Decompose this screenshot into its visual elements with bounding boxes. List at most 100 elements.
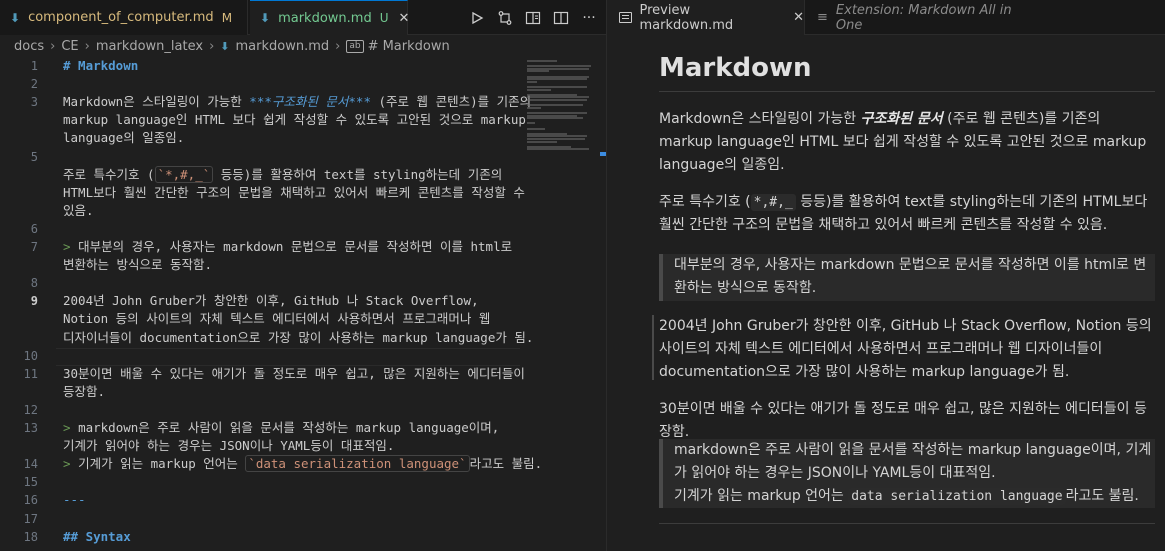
breadcrumb-item[interactable]: docs bbox=[14, 39, 44, 54]
editor-actions: ··· bbox=[468, 0, 598, 35]
minimap-line bbox=[527, 99, 587, 101]
run-icon[interactable] bbox=[468, 9, 486, 27]
blockquote-text: 대부분의 경우, 사용자는 markdown 문법으로 문서를 작성하면 이를 … bbox=[674, 257, 1147, 296]
code-line[interactable]: 8 bbox=[0, 274, 520, 292]
close-icon[interactable]: ✕ bbox=[793, 10, 804, 25]
code-editor[interactable]: 1 # Markdown 2 3 Markdown은 스타일링이 가능한 ***구조화된… bbox=[0, 57, 543, 551]
code-token: > bbox=[63, 239, 79, 254]
split-editor-icon[interactable] bbox=[552, 9, 570, 27]
minimap-line bbox=[527, 148, 589, 151]
source-control-diff-icon[interactable] bbox=[496, 9, 514, 27]
code-text: > 기계가 읽는 markup 언어는 `data serialization … bbox=[63, 455, 542, 473]
minimap-line bbox=[527, 117, 583, 120]
line-number: 18 bbox=[23, 529, 38, 544]
line-number: 3 bbox=[30, 95, 38, 110]
code-line[interactable]: 변환하는 방식으로 동작함. bbox=[0, 256, 520, 274]
editor-pane: ⬇ component_of_computer.md M ⬇ markdown.… bbox=[0, 0, 606, 551]
code-token: Markdown은 스타일링이 가능한 bbox=[63, 94, 250, 110]
preview-paragraph: 2004년 John Gruber가 창안한 이후, GitHub 나 Stac… bbox=[659, 315, 1155, 384]
code-token: 2004년 John Gruber가 창안한 이후, GitHub 나 Stac… bbox=[63, 293, 479, 309]
code-line[interactable]: 17 bbox=[0, 510, 520, 528]
code-token: 기계가 읽는 markup 언어는 bbox=[78, 456, 246, 472]
code-line[interactable]: 2 bbox=[0, 75, 520, 93]
minimap-line bbox=[527, 80, 537, 83]
inline-code: data serialization language bbox=[848, 488, 1066, 505]
code-text: # Markdown bbox=[63, 57, 138, 75]
more-actions-icon[interactable]: ··· bbox=[580, 9, 598, 27]
tab-markdown[interactable]: ⬇ markdown.md U ✕ bbox=[250, 0, 410, 35]
markdown-file-icon: ⬇ bbox=[260, 11, 271, 25]
close-icon[interactable]: ✕ bbox=[399, 11, 410, 26]
code-token: (주로 웹 콘텐츠)를 기존의 bbox=[370, 94, 532, 110]
blockquote-text: 라고도 불림. bbox=[1065, 488, 1139, 504]
code-text: 2004년 John Gruber가 창안한 이후, GitHub 나 Stac… bbox=[63, 292, 479, 310]
modified-badge: M bbox=[221, 10, 233, 25]
code-line[interactable]: 10 bbox=[0, 347, 520, 365]
code-line[interactable]: 등장함. bbox=[0, 383, 520, 401]
code-line[interactable]: 15 bbox=[0, 473, 520, 491]
tab-extension-markdown-all-in-one[interactable]: ≡ Extension: Markdown All in One bbox=[805, 0, 1035, 35]
text: 30분이면 배울 수 있다는 애기가 돌 정도로 매우 쉽고, 많은 지원하는 … bbox=[659, 401, 1147, 440]
tab-preview-markdown[interactable]: Preview markdown.md ✕ bbox=[607, 0, 805, 35]
code-line[interactable]: 16 --- bbox=[0, 491, 520, 509]
line-number: 7 bbox=[30, 240, 38, 254]
chevron-right-icon: › bbox=[50, 38, 56, 54]
code-line[interactable]: 13 > markdown은 주로 사람이 읽을 문서를 작성하는 markup … bbox=[0, 419, 520, 437]
code-token: 등등)를 활용하여 text를 styling하는데 기존의 bbox=[213, 166, 503, 182]
code-token: ***구조화된 문서*** bbox=[249, 94, 371, 110]
code-line[interactable]: 11 30분이면 배울 수 있다는 애기가 돌 정도로 매우 쉽고, 많은 지원하… bbox=[0, 365, 525, 383]
line-number: 14 bbox=[23, 457, 38, 472]
code-text: Markdown은 스타일링이 가능한 ***구조화된 문서*** (주로 웹 … bbox=[63, 93, 531, 111]
minimap-line bbox=[527, 60, 557, 62]
code-line[interactable]: 5 bbox=[0, 148, 520, 166]
code-line[interactable]: markup language인 HTML 보다 쉽게 작성할 수 있도록 고안… bbox=[0, 111, 526, 129]
code-token: markdown은 주로 사람이 읽을 문서를 작성하는 markup lang… bbox=[78, 420, 500, 435]
breadcrumb-item[interactable]: markdown.md bbox=[235, 39, 329, 54]
code-text: 변환하는 방식으로 동작함. bbox=[63, 256, 212, 274]
minimap-line bbox=[527, 70, 549, 73]
line-number: 16 bbox=[23, 493, 38, 508]
minimap-line bbox=[527, 106, 541, 109]
line-number: 15 bbox=[23, 475, 38, 490]
code-line[interactable]: 6 bbox=[0, 220, 520, 238]
breadcrumb-item[interactable]: CE bbox=[61, 39, 78, 54]
blockquote-text: markdown은 주로 사람이 읽을 문서를 작성하는 markup lang… bbox=[674, 442, 1152, 481]
preview-tab-bar: Preview markdown.md ✕ ≡ Extension: Markd… bbox=[607, 0, 1165, 35]
code-line[interactable]: language의 일종임. bbox=[0, 129, 520, 147]
chevron-right-icon: › bbox=[335, 38, 341, 54]
minimap-line bbox=[527, 127, 545, 130]
code-line[interactable]: 있음. bbox=[0, 202, 520, 220]
minimap[interactable] bbox=[527, 60, 595, 151]
code-line[interactable]: 디자이너들이 documentation으로 가장 많이 사용하는 markup… bbox=[0, 329, 533, 347]
breadcrumb-item[interactable]: # Markdown bbox=[368, 39, 450, 54]
code-line[interactable]: 3 Markdown은 스타일링이 가능한 ***구조화된 문서*** (주로 웹… bbox=[0, 93, 531, 111]
code-line[interactable]: 12 bbox=[0, 401, 520, 419]
code-line[interactable]: Notion 등의 사이트의 자체 텍스트 에디터에서 사용하면서 프로그래머나… bbox=[0, 310, 520, 328]
code-line[interactable]: 주로 특수기호 (`*,#,_` 등등)를 활용하여 text를 styling… bbox=[0, 165, 520, 184]
markdown-file-icon: ⬇ bbox=[10, 10, 21, 25]
open-preview-side-icon[interactable] bbox=[524, 9, 542, 27]
minimap-line bbox=[527, 122, 535, 125]
code-line[interactable]: 14 > 기계가 읽는 markup 언어는 `data serializatio… bbox=[0, 455, 542, 473]
code-line[interactable]: 9 2004년 John Gruber가 창안한 이후, GitHub 나 Sta… bbox=[0, 292, 520, 310]
symbol-string-icon: ab bbox=[346, 39, 364, 53]
code-token: 대부분의 경우, 사용자는 markdown 문법으로 문서를 작성하면 이를 … bbox=[78, 239, 513, 254]
code-text: --- bbox=[63, 491, 86, 509]
code-line[interactable]: 18 ## Syntax bbox=[0, 528, 520, 546]
chevron-right-icon: › bbox=[84, 38, 90, 54]
breadcrumb-item[interactable]: markdown_latex bbox=[96, 39, 203, 54]
code-line[interactable]: 기계가 읽어야 하는 경우는 JSON이나 YAML등이 대표적임. bbox=[0, 437, 520, 455]
code-text: 등장함. bbox=[63, 383, 105, 401]
code-line[interactable]: HTML보다 훨씬 간단한 구조의 문법을 채택하고 있어서 빠르케 콘텐츠를 … bbox=[0, 184, 525, 202]
code-token: 변환하는 방식으로 동작함. bbox=[63, 257, 213, 273]
code-token: > bbox=[63, 456, 79, 472]
minimap-line bbox=[527, 88, 551, 91]
code-token: 기계가 읽어야 하는 경우는 JSON이나 YAML등이 대표적임. bbox=[63, 438, 395, 454]
blockquote: 대부분의 경우, 사용자는 markdown 문법으로 문서를 작성하면 이를 … bbox=[659, 254, 1155, 301]
tab-component-of-computer[interactable]: ⬇ component_of_computer.md M bbox=[0, 0, 248, 35]
editor-tab-bar: ⬇ component_of_computer.md M ⬇ markdown.… bbox=[0, 0, 606, 35]
code-line[interactable]: 1 # Markdown bbox=[0, 57, 520, 75]
extension-icon: ≡ bbox=[817, 10, 828, 25]
code-line[interactable]: 7 > 대부분의 경우, 사용자는 markdown 문법으로 문서를 작성하면 … bbox=[0, 238, 520, 256]
preview-icon bbox=[619, 12, 632, 23]
